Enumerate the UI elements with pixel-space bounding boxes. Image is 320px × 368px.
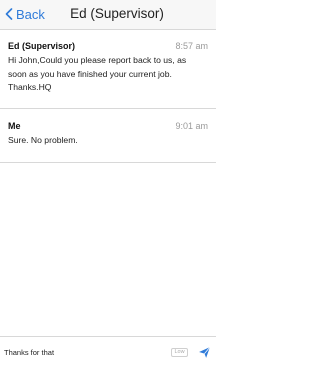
message-body: Sure. No problem.: [8, 134, 208, 148]
message-item: Ed (Supervisor) 8:57 am Hi John,Could yo…: [0, 41, 216, 95]
message-input[interactable]: Thanks for that: [4, 348, 54, 357]
send-icon[interactable]: [198, 346, 211, 359]
message-body: Hi John,Could you please report back to …: [8, 54, 208, 95]
message-line: Thanks.HQ: [8, 82, 52, 92]
message-item: Me 9:01 am Sure. No problem.: [0, 121, 216, 148]
message-line: Hi John,Could you please report back to …: [8, 55, 187, 65]
message-time: 9:01 am: [175, 121, 208, 131]
message-sender: Ed (Supervisor): [8, 41, 76, 51]
navigation-bar: Back Ed (Supervisor): [0, 0, 216, 30]
priority-toggle[interactable]: Low: [171, 348, 188, 357]
message-line: soon as you have finished your current j…: [8, 68, 172, 79]
message-divider: [0, 162, 216, 163]
page-title: Ed (Supervisor): [70, 6, 164, 21]
message-line: Sure. No problem.: [8, 135, 78, 145]
message-divider: [0, 108, 216, 109]
message-time: 8:57 am: [175, 41, 208, 51]
message-sender: Me: [8, 121, 21, 131]
message-composer: Thanks for that Low: [0, 336, 216, 368]
